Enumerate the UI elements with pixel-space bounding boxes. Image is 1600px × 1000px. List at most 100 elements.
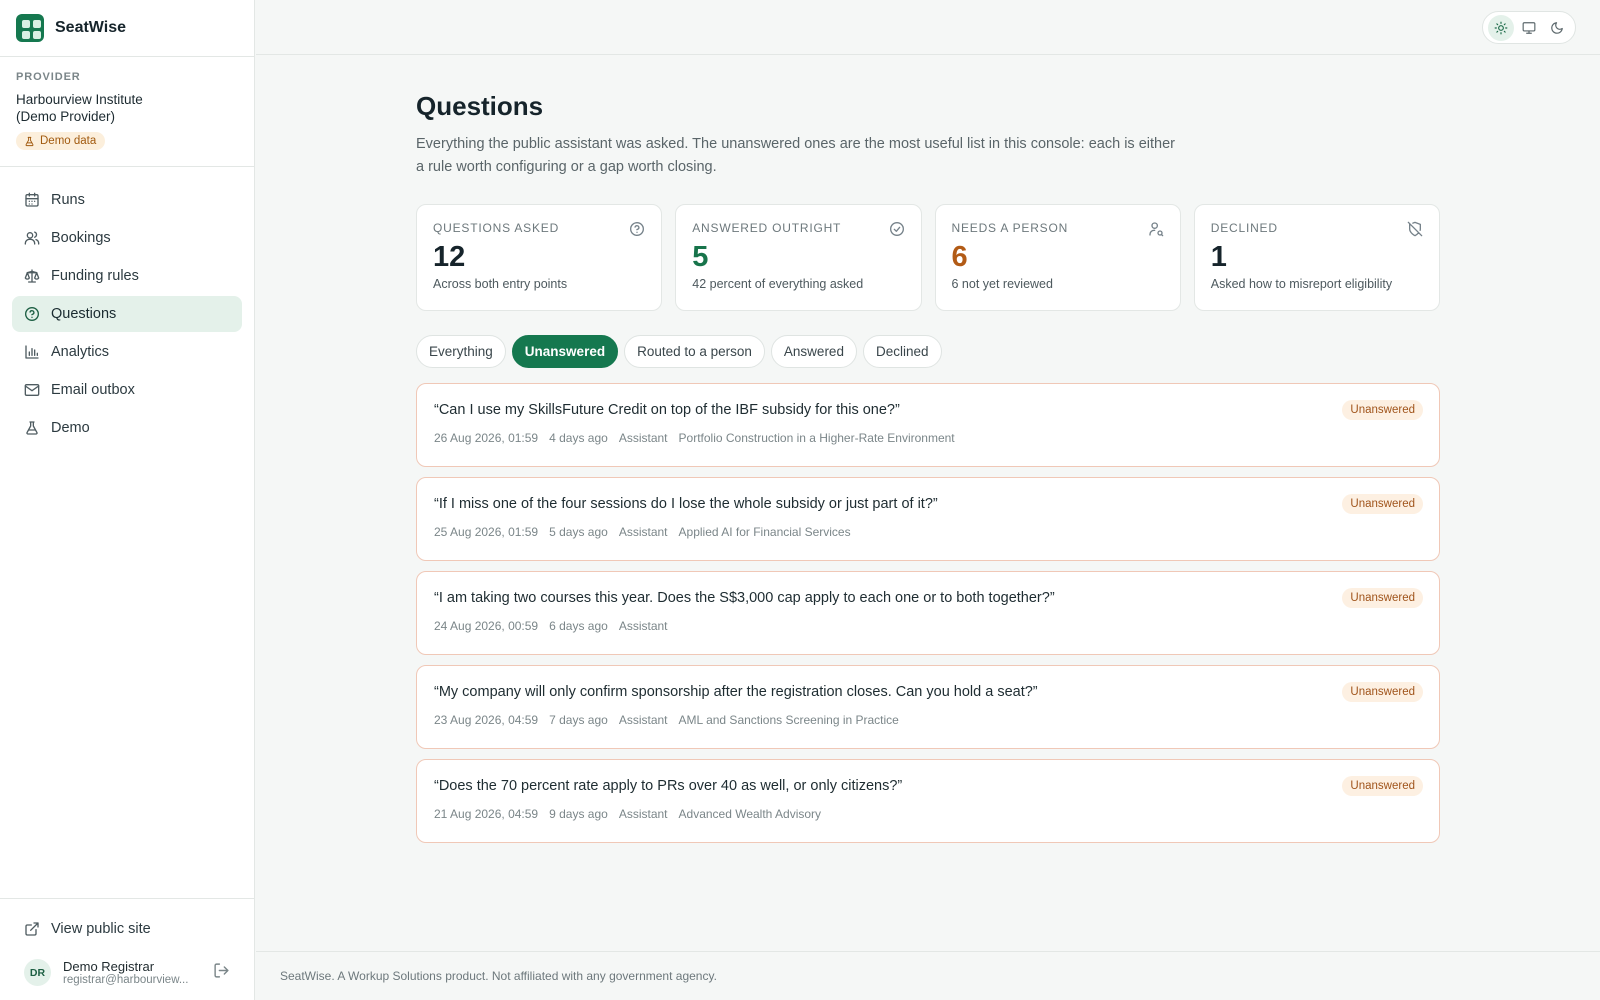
stat-subtext: Across both entry points [433, 277, 568, 291]
sidebar: SeatWise PROVIDER Harbourview Institute … [0, 0, 255, 1000]
stats-row: QUESTIONS ASKED 12 Across both entry poi… [416, 204, 1440, 311]
question-date: 21 Aug 2026, 04:59 [434, 807, 539, 821]
status-badge: Unanswered [1342, 494, 1423, 514]
provider-panel: PROVIDER Harbourview Institute (Demo Pro… [0, 57, 254, 167]
question-item[interactable]: “Can I use my SkillsFuture Credit on top… [416, 383, 1440, 467]
filter-routed-to-a-person[interactable]: Routed to a person [624, 335, 765, 368]
filter-answered[interactable]: Answered [770, 335, 857, 368]
system-theme-button[interactable] [1516, 15, 1542, 41]
sidebar-item-questions[interactable]: Questions [12, 295, 242, 332]
filter-tabs: Everything Unanswered Routed to a person… [416, 335, 1440, 368]
question-date: 26 Aug 2026, 01:59 [434, 431, 539, 445]
stat-card-needs-a-person: NEEDS A PERSON 6 6 not yet reviewed [934, 204, 1181, 311]
user-info: Demo Registrar registrar@harbourview... [63, 959, 201, 986]
question-source: Assistant [618, 713, 668, 727]
question-date: 24 Aug 2026, 00:59 [434, 619, 539, 633]
sidebar-nav: Runs Bookings Funding rules Questions An… [0, 167, 254, 899]
seatwise-logo-icon [16, 14, 44, 42]
bar-chart-icon [25, 344, 39, 359]
stat-card-declined: DECLINED 1 Asked how to misreport eligib… [1193, 204, 1440, 311]
flask-icon [26, 420, 38, 435]
stat-label: NEEDS A PERSON [951, 221, 1069, 235]
shield-off-icon [1407, 221, 1423, 237]
status-badge: Unanswered [1342, 682, 1423, 702]
sidebar-item-funding-rules[interactable]: Funding rules [12, 258, 242, 294]
question-text: “Does the 70 percent rate apply to PRs o… [434, 778, 903, 794]
stat-label: ANSWERED OUTRIGHT [692, 221, 842, 235]
question-age: 4 days ago [549, 431, 608, 445]
question-text: “If I miss one of the four sessions do I… [434, 496, 938, 512]
brand-name: SeatWise [55, 19, 126, 36]
light-theme-button[interactable] [1488, 14, 1514, 41]
calendar-icon [25, 192, 39, 207]
avatar: DR [24, 959, 51, 986]
footer: SeatWise. A Workup Solutions product. No… [256, 951, 1600, 1000]
check-circle-icon [889, 221, 905, 237]
status-badge: Unanswered [1342, 776, 1423, 796]
stat-label: DECLINED [1210, 221, 1278, 235]
logout-icon [214, 962, 229, 978]
demo-data-badge: Demo data [16, 132, 106, 150]
filter-declined[interactable]: Declined [862, 335, 942, 368]
question-source: Assistant [618, 619, 668, 633]
question-source: Assistant [618, 525, 668, 539]
question-date: 25 Aug 2026, 01:59 [434, 525, 539, 539]
user-name: Demo Registrar [63, 959, 155, 974]
mail-icon [24, 383, 40, 396]
stat-card-questions-asked: QUESTIONS ASKED 12 Across both entry poi… [416, 204, 663, 311]
brand[interactable]: SeatWise [0, 0, 254, 57]
public-link-label: View public site [51, 921, 151, 937]
users-icon [24, 230, 40, 245]
sun-icon [1494, 21, 1508, 34]
sidebar-item-analytics[interactable]: Analytics [12, 334, 242, 370]
sidebar-item-demo[interactable]: Demo [12, 410, 242, 446]
question-item[interactable]: “My company will only confirm sponsorshi… [416, 665, 1440, 749]
sidebar-item-bookings[interactable]: Bookings [12, 220, 242, 256]
sidebar-footer: View public site DR Demo Registrar regis… [0, 898, 254, 1000]
theme-switcher [1482, 11, 1576, 44]
sidebar-item-label: Email outbox [51, 381, 135, 398]
sidebar-item-label: Funding rules [51, 267, 139, 284]
stat-value: 1 [1210, 241, 1227, 273]
provider-name: Harbourview Institute (Demo Provider) [16, 92, 143, 124]
question-date: 23 Aug 2026, 04:59 [434, 713, 539, 727]
question-meta: 24 Aug 2026, 00:59 6 days ago Assistant [434, 619, 1423, 633]
user-search-icon [1148, 221, 1164, 237]
question-age: 9 days ago [549, 807, 608, 821]
question-item[interactable]: “Does the 70 percent rate apply to PRs o… [416, 759, 1440, 843]
question-text: “I am taking two courses this year. Does… [434, 590, 1055, 606]
question-item[interactable]: “If I miss one of the four sessions do I… [416, 477, 1440, 561]
question-item[interactable]: “I am taking two courses this year. Does… [416, 571, 1440, 655]
view-public-site-link[interactable]: View public site [12, 911, 242, 947]
status-badge: Unanswered [1342, 400, 1423, 420]
monitor-icon [1522, 21, 1536, 34]
question-meta: 23 Aug 2026, 04:59 7 days ago Assistant … [434, 713, 1423, 727]
dark-theme-button[interactable] [1544, 15, 1570, 41]
sidebar-item-email-outbox[interactable]: Email outbox [12, 372, 242, 408]
stat-value: 12 [433, 241, 466, 273]
question-meta: 21 Aug 2026, 04:59 9 days ago Assistant … [434, 807, 1423, 821]
question-source: Assistant [618, 431, 668, 445]
filter-unanswered[interactable]: Unanswered [511, 335, 619, 368]
question-course: Portfolio Construction in a Higher-Rate … [678, 431, 955, 445]
question-circle-icon [629, 221, 645, 237]
page-description: Everything the public assistant was aske… [416, 136, 1175, 175]
stat-subtext: 6 not yet reviewed [951, 277, 1053, 291]
stat-value: 5 [692, 241, 709, 273]
sidebar-item-label: Demo [51, 419, 90, 436]
question-age: 6 days ago [549, 619, 608, 633]
stat-label: QUESTIONS ASKED [433, 221, 560, 235]
sidebar-item-runs[interactable]: Runs [12, 182, 242, 218]
question-age: 5 days ago [549, 525, 608, 539]
question-source: Assistant [618, 807, 668, 821]
question-course: AML and Sanctions Screening in Practice [678, 713, 899, 727]
scale-icon [24, 268, 40, 283]
external-link-icon [25, 922, 39, 936]
user-profile: DR Demo Registrar registrar@harbourview.… [12, 959, 242, 986]
provider-label: PROVIDER [16, 71, 81, 83]
question-course: Applied AI for Financial Services [678, 525, 851, 539]
stat-subtext: Asked how to misreport eligibility [1210, 277, 1393, 291]
logout-button[interactable] [213, 962, 230, 984]
main-content: Questions Everything the public assistan… [416, 55, 1440, 853]
filter-everything[interactable]: Everything [416, 335, 506, 368]
